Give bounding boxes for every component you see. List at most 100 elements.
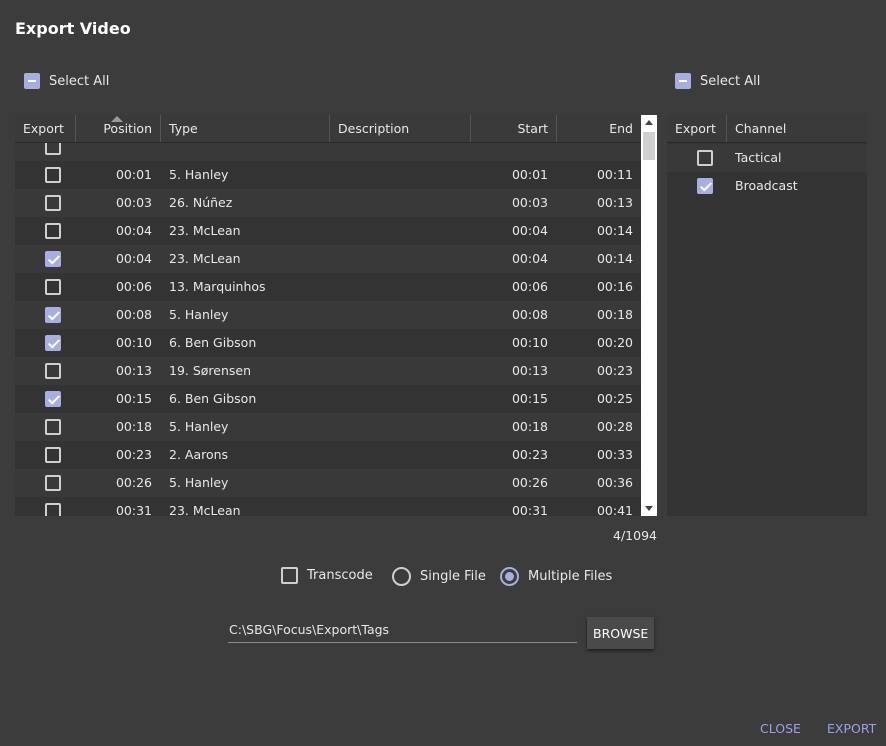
row-start: 00:13 xyxy=(511,363,548,378)
row-type: 23. McLean xyxy=(169,503,241,516)
row-description xyxy=(338,161,468,189)
table-row[interactable]: 00:18 5. Hanley 00:18 00:28 xyxy=(15,413,641,441)
channel-name: Tactical xyxy=(735,150,782,165)
row-type: 5. Hanley xyxy=(169,167,229,182)
row-description xyxy=(338,273,468,301)
table-row[interactable]: 00:03 26. Núñez 00:03 00:13 xyxy=(15,189,641,217)
table-row[interactable]: 00:08 5. Hanley 00:08 00:18 xyxy=(15,301,641,329)
select-all-channels[interactable]: Select All xyxy=(675,73,760,89)
channel-row[interactable]: Tactical xyxy=(667,144,867,172)
column-header-export[interactable]: Export xyxy=(15,115,76,142)
select-all-label: Select All xyxy=(49,73,110,89)
row-start: 00:26 xyxy=(511,475,548,490)
row-export-checkbox[interactable] xyxy=(45,167,61,183)
export-button[interactable]: EXPORT xyxy=(827,721,876,736)
export-path-field[interactable]: C:\SBG\Focus\Export\Tags xyxy=(228,616,577,643)
row-position: 00:15 xyxy=(115,391,152,406)
table-row[interactable]: 00:23 2. Aarons 00:23 00:33 xyxy=(15,441,641,469)
table-row[interactable]: 00:13 19. Sørensen 00:13 00:23 xyxy=(15,357,641,385)
row-type: 5. Hanley xyxy=(169,475,229,490)
row-export-checkbox[interactable] xyxy=(45,503,61,516)
multiple-files-option[interactable]: Multiple Files xyxy=(500,567,612,586)
row-end: 00:23 xyxy=(596,363,633,378)
select-all-checkbox[interactable] xyxy=(24,73,40,89)
table-row[interactable]: 00:10 6. Ben Gibson 00:10 00:20 xyxy=(15,329,641,357)
row-export-checkbox[interactable] xyxy=(45,223,61,239)
transcode-checkbox[interactable] xyxy=(281,567,298,584)
row-start: 00:31 xyxy=(511,503,548,516)
row-export-checkbox[interactable] xyxy=(45,475,61,491)
row-description xyxy=(338,413,468,441)
channel-export-checkbox[interactable] xyxy=(697,150,713,166)
row-end: 00:14 xyxy=(596,223,633,238)
row-start: 00:01 xyxy=(511,167,548,182)
table-header: Export Position Type Description Start E… xyxy=(15,115,641,143)
multiple-files-radio[interactable] xyxy=(500,567,519,586)
column-header-type[interactable]: Type xyxy=(161,115,330,142)
table-row[interactable]: 00:26 5. Hanley 00:26 00:36 xyxy=(15,469,641,497)
row-export-checkbox[interactable] xyxy=(45,307,61,323)
table-row[interactable] xyxy=(15,143,641,161)
row-start: 00:10 xyxy=(511,335,548,350)
single-file-radio[interactable] xyxy=(392,567,411,586)
browse-button[interactable]: BROWSE xyxy=(587,617,654,649)
select-all-channels-checkbox[interactable] xyxy=(675,73,691,89)
table-row[interactable]: 00:04 23. McLean 00:04 00:14 xyxy=(15,245,641,273)
row-end: 00:11 xyxy=(596,167,633,182)
row-start: 00:18 xyxy=(511,419,548,434)
row-type: 6. Ben Gibson xyxy=(169,391,257,406)
scroll-down-icon[interactable] xyxy=(641,500,657,516)
select-all-exports[interactable]: Select All xyxy=(24,73,109,89)
sort-ascending-icon xyxy=(111,116,123,122)
row-export-checkbox[interactable] xyxy=(45,363,61,379)
row-position: 00:31 xyxy=(115,503,152,516)
channel-column-header-export[interactable]: Export xyxy=(667,115,727,142)
row-export-checkbox[interactable] xyxy=(45,447,61,463)
channel-table-header: Export Channel xyxy=(667,115,867,143)
row-type: 5. Hanley xyxy=(169,307,229,322)
row-description xyxy=(338,245,468,273)
row-start: 00:04 xyxy=(511,251,548,266)
row-export-checkbox[interactable] xyxy=(45,391,61,407)
channel-export-checkbox[interactable] xyxy=(697,178,713,194)
row-end: 00:33 xyxy=(596,447,633,462)
row-start xyxy=(471,143,548,161)
column-header-end[interactable]: End xyxy=(557,115,641,142)
row-export-checkbox[interactable] xyxy=(45,143,61,155)
row-position: 00:01 xyxy=(115,167,152,182)
row-export-checkbox[interactable] xyxy=(45,251,61,267)
table-row[interactable]: 00:01 5. Hanley 00:01 00:11 xyxy=(15,161,641,189)
row-end: 00:25 xyxy=(596,391,633,406)
single-file-label: Single File xyxy=(420,569,486,584)
single-file-option[interactable]: Single File xyxy=(392,567,486,586)
row-export-checkbox[interactable] xyxy=(45,195,61,211)
row-type: 23. McLean xyxy=(169,251,241,266)
column-header-description[interactable]: Description xyxy=(330,115,471,142)
table-row[interactable]: 00:04 23. McLean 00:04 00:14 xyxy=(15,217,641,245)
table-scrollbar[interactable] xyxy=(641,115,657,516)
row-position: 00:03 xyxy=(115,195,152,210)
row-export-checkbox[interactable] xyxy=(45,335,61,351)
table-row[interactable]: 00:06 13. Marquinhos 00:06 00:16 xyxy=(15,273,641,301)
row-export-checkbox[interactable] xyxy=(45,279,61,295)
row-end: 00:14 xyxy=(596,251,633,266)
table-row[interactable]: 00:15 6. Ben Gibson 00:15 00:25 xyxy=(15,385,641,413)
row-position: 00:23 xyxy=(115,447,152,462)
tags-table: Export Position Type Description Start E… xyxy=(15,115,657,516)
row-position xyxy=(76,143,152,161)
row-export-checkbox[interactable] xyxy=(45,419,61,435)
row-description xyxy=(338,301,468,329)
row-type: 26. Núñez xyxy=(169,195,233,210)
close-button[interactable]: CLOSE xyxy=(760,721,801,736)
column-header-start[interactable]: Start xyxy=(471,115,557,142)
row-description xyxy=(338,189,468,217)
table-body: 00:01 5. Hanley 00:01 00:11 00:03 26. Núñez 00… xyxy=(15,143,641,516)
row-position: 00:04 xyxy=(115,223,152,238)
scroll-up-icon[interactable] xyxy=(641,115,657,131)
transcode-option[interactable]: Transcode xyxy=(281,567,373,584)
channel-row[interactable]: Broadcast xyxy=(667,172,867,200)
channel-column-header-channel[interactable]: Channel xyxy=(727,115,867,142)
scrollbar-thumb[interactable] xyxy=(643,132,655,160)
row-end xyxy=(557,143,633,161)
table-row[interactable]: 00:31 23. McLean 00:31 00:41 xyxy=(15,497,641,516)
